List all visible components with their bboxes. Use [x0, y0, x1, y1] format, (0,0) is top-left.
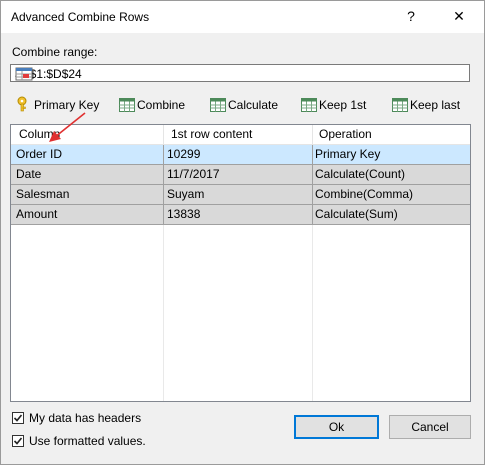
cell-column: Date	[16, 167, 42, 181]
close-button[interactable]: ✕	[447, 5, 471, 27]
table-row[interactable]: Date 11/7/2017 Calculate(Count)	[11, 165, 470, 185]
cell-operation: Combine(Comma)	[315, 187, 414, 201]
cell-column: Amount	[16, 207, 58, 221]
combine-range-label: Combine range:	[12, 45, 98, 59]
cell-column: Order ID	[16, 147, 63, 161]
cell-divider	[312, 205, 313, 225]
headers-checkbox[interactable]: My data has headers	[12, 411, 141, 425]
combine-button[interactable]: Combine	[119, 97, 185, 113]
cell-divider	[312, 145, 313, 165]
table-icon	[392, 98, 408, 112]
calculate-label: Calculate	[228, 98, 279, 112]
table-row[interactable]: Amount 13838 Calculate(Sum)	[11, 205, 470, 225]
cell-content: 13838	[167, 207, 201, 221]
table-row[interactable]: Salesman Suyam Combine(Comma)	[11, 185, 470, 205]
header-first-row-content[interactable]: 1st row content	[171, 125, 252, 144]
cell-divider	[312, 165, 313, 185]
cell-operation: Calculate(Sum)	[315, 207, 398, 221]
table-row[interactable]: Order ID 10299 Primary Key	[11, 145, 470, 165]
table-icon	[210, 98, 226, 112]
ok-button[interactable]: Ok	[294, 415, 379, 439]
keep-first-button[interactable]: Keep 1st	[301, 97, 366, 113]
combine-label: Combine	[137, 98, 186, 112]
checkbox-box[interactable]	[12, 435, 24, 447]
cell-divider	[163, 145, 164, 165]
cell-divider	[163, 185, 164, 205]
cancel-button[interactable]: Cancel	[389, 415, 471, 439]
cell-operation: Primary Key	[315, 147, 381, 161]
primary-key-label: Primary Key	[34, 98, 100, 112]
columns-grid[interactable]: Column 1st row content Operation Order I…	[10, 124, 471, 402]
keep-last-button[interactable]: Keep last	[392, 97, 460, 113]
cell-content: Suyam	[167, 187, 205, 201]
table-icon	[119, 98, 135, 112]
red-arrow-icon	[45, 111, 89, 148]
dialog-title: Advanced Combine Rows	[11, 10, 150, 24]
cell-divider	[312, 185, 313, 205]
cell-content: 10299	[167, 147, 201, 161]
keep-first-label: Keep 1st	[319, 98, 367, 112]
formatted-values-checkbox-label: Use formatted values.	[29, 434, 146, 448]
headers-checkbox-label: My data has headers	[29, 411, 142, 425]
cell-divider	[163, 165, 164, 185]
header-operation[interactable]: Operation	[319, 125, 372, 144]
cell-content: 11/7/2017	[167, 167, 220, 181]
checkbox-box[interactable]	[12, 412, 24, 424]
combine-range-input[interactable]: $A$1:$D$24	[10, 64, 470, 82]
formatted-values-checkbox[interactable]: Use formatted values.	[12, 434, 146, 448]
keep-last-label: Keep last	[410, 98, 461, 112]
header-divider	[163, 125, 164, 144]
cell-divider	[163, 205, 164, 225]
cell-operation: Calculate(Count)	[315, 167, 406, 181]
header-divider	[312, 125, 313, 144]
dialog-window: Advanced Combine Rows ? ✕ Combine range:…	[0, 0, 485, 465]
cell-column: Salesman	[16, 187, 70, 201]
title-bar: Advanced Combine Rows ? ✕	[1, 1, 484, 33]
key-icon	[16, 96, 32, 115]
range-select-icon[interactable]	[15, 67, 33, 81]
column-rule	[163, 225, 164, 401]
help-button[interactable]: ?	[399, 5, 423, 27]
column-rule	[312, 225, 313, 401]
calculate-button[interactable]: Calculate	[210, 97, 278, 113]
table-icon	[301, 98, 317, 112]
